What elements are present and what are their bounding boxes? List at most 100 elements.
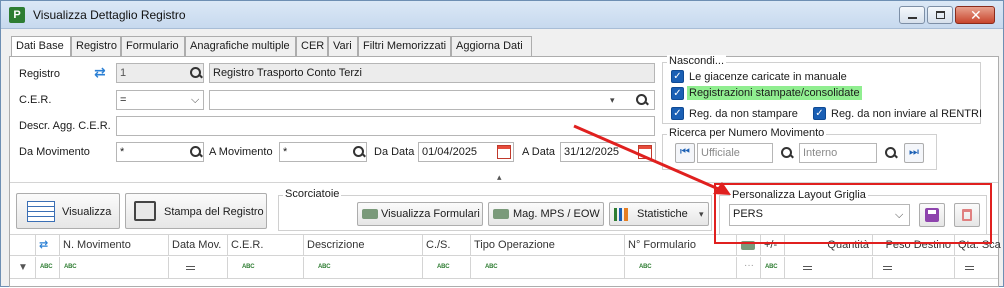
close-icon: ✕ [970, 7, 982, 23]
main-window: P Visualizza Dettaglio Registro ✕ Dati B… [0, 0, 1004, 287]
statistiche-label: Statistiche [637, 208, 688, 220]
descr-cer-label: Descr. Agg. C.E.R. [19, 120, 111, 132]
ufficiale-input[interactable]: Ufficiale [697, 143, 773, 163]
grid-filter-row: ▼ ABC ABC ABC ABC ABC ABC ABC ··· ABC [10, 257, 998, 279]
filter-cell[interactable] [785, 257, 873, 278]
filter-cell[interactable]: ABC [471, 257, 625, 278]
filter-cell[interactable] [955, 257, 998, 278]
abc-filter-icon: ABC [485, 264, 498, 270]
abc-filter-icon: ABC [437, 264, 450, 270]
check-reg-non-stampare[interactable]: ✓ [671, 107, 684, 120]
tab-vari[interactable]: Vari [328, 36, 358, 57]
search-icon[interactable] [884, 146, 898, 160]
search-icon[interactable] [780, 146, 794, 160]
equals-filter-icon [883, 266, 892, 270]
a-movimento-label: A Movimento [209, 146, 273, 158]
da-movimento-label: Da Movimento [19, 146, 90, 158]
mag-mps-label: Mag. MPS / EOW [513, 208, 600, 220]
search-icon[interactable] [189, 66, 203, 80]
filter-indicator[interactable]: ▼ [10, 257, 36, 278]
a-movimento-value: * [283, 146, 288, 158]
stampa-registro-button[interactable]: Stampa del Registro [125, 193, 267, 229]
tab-formulario[interactable]: Formulario [121, 36, 185, 57]
tab-aggiorna-dati[interactable]: Aggiorna Dati [451, 36, 532, 57]
check-giacenze-label: Le giacenze caricate in manuale [689, 71, 847, 83]
abc-filter-icon: ABC [40, 264, 53, 270]
filter-cell[interactable] [873, 257, 955, 278]
tab-anagrafiche-multiple[interactable]: Anagrafiche multiple [185, 36, 296, 57]
column-cs[interactable]: C./S. [423, 235, 471, 256]
bar-chart-icon [614, 208, 628, 221]
da-data-value: 01/04/2025 [422, 146, 478, 158]
calendar-icon[interactable] [638, 145, 652, 159]
ricerca-title: Ricerca per Numero Movimento [667, 127, 827, 139]
filter-cell[interactable]: ··· [737, 257, 761, 278]
grid-icon [27, 201, 55, 222]
interno-input[interactable]: Interno [799, 143, 877, 163]
column-data-mov[interactable]: Data Mov. [169, 235, 228, 256]
a-data-label: A Data [522, 146, 556, 158]
minimize-button[interactable] [899, 6, 925, 24]
tab-dati-base[interactable]: Dati Base [11, 36, 71, 58]
tab-label: Registro [76, 40, 117, 52]
tab-filtri-memorizzati[interactable]: Filtri Memorizzati [358, 36, 451, 57]
da-movimento-value: * [120, 146, 125, 158]
title-bar: P Visualizza Dettaglio Registro ✕ [1, 1, 1003, 29]
annotation-highlight-box [714, 183, 992, 244]
tab-label: Dati Base [16, 40, 64, 52]
window-title: Visualizza Dettaglio Registro [33, 8, 186, 22]
search-icon[interactable] [189, 145, 203, 159]
visualizza-label: Visualizza [62, 206, 112, 218]
visualizza-button[interactable]: Visualizza [16, 193, 120, 229]
filter-cell[interactable]: ABC [423, 257, 471, 278]
stampa-label: Stampa del Registro [164, 206, 264, 218]
calendar-icon[interactable] [497, 145, 511, 159]
visualizza-formulari-button[interactable]: Visualizza Formulari [357, 202, 483, 226]
filter-cell[interactable]: ABC [625, 257, 737, 278]
tab-label: Anagrafiche multiple [190, 40, 290, 52]
first-record-button[interactable]: ⏮ [675, 143, 695, 163]
check-giacenze-manuale[interactable]: ✓ [671, 70, 684, 83]
equals-filter-icon [965, 266, 974, 270]
check-reg-non-inviare[interactable]: ✓ [813, 107, 826, 120]
statistiche-dropdown-button[interactable]: Statistiche ▾ [609, 202, 709, 226]
tab-label: Formulario [126, 40, 179, 52]
cer-operator-select[interactable]: = ⌵ [116, 90, 204, 110]
column-descrizione[interactable]: Descrizione [304, 235, 423, 256]
a-data-value: 31/12/2025 [564, 146, 620, 158]
truck-icon [362, 209, 378, 219]
tab-registro[interactable]: Registro [71, 36, 121, 57]
last-record-button[interactable]: ⏭ [904, 143, 924, 163]
close-button[interactable]: ✕ [955, 6, 995, 24]
tab-label: Vari [333, 40, 352, 52]
column-tipo-operazione[interactable]: Tipo Operazione [471, 235, 625, 256]
filter-cell[interactable] [169, 257, 228, 278]
minimize-icon [908, 17, 917, 19]
filter-cell[interactable]: ABC [36, 257, 60, 278]
filter-cell[interactable]: ABC [761, 257, 785, 278]
check-registrazioni-label: Registrazioni stampate/consolidate [687, 86, 862, 100]
abc-filter-icon: ABC [242, 264, 255, 270]
abc-filter-icon: ABC [318, 264, 331, 270]
maximize-button[interactable] [927, 6, 953, 24]
filter-cell[interactable]: ABC [60, 257, 169, 278]
tab-cer[interactable]: CER [296, 36, 328, 57]
mag-mps-button[interactable]: Mag. MPS / EOW [488, 202, 604, 226]
tab-label: Aggiorna Dati [456, 40, 523, 52]
column-cer[interactable]: C.E.R. [228, 235, 304, 256]
filter-cell[interactable]: ABC [228, 257, 304, 278]
filter-funnel-icon: ▼ [18, 262, 28, 273]
cer-value-combo[interactable]: ▾ [209, 90, 655, 110]
skip-end-icon: ⏭ [909, 146, 919, 158]
search-icon[interactable] [352, 145, 366, 159]
search-icon[interactable] [635, 93, 649, 107]
descr-cer-input[interactable] [116, 116, 655, 136]
filter-cell[interactable]: ABC [304, 257, 423, 278]
abc-filter-icon: ABC [765, 264, 778, 270]
swap-arrows-icon[interactable]: ⇄ [36, 235, 60, 256]
swap-arrows-icon[interactable]: ⇄ [94, 64, 106, 81]
cer-operator-value: = [120, 94, 127, 106]
column-n-movimento[interactable]: N. Movimento [60, 235, 169, 256]
check-registrazioni-stampate[interactable]: ✓ [671, 87, 684, 100]
registro-name-value: Registro Trasporto Conto Terzi [213, 67, 362, 79]
